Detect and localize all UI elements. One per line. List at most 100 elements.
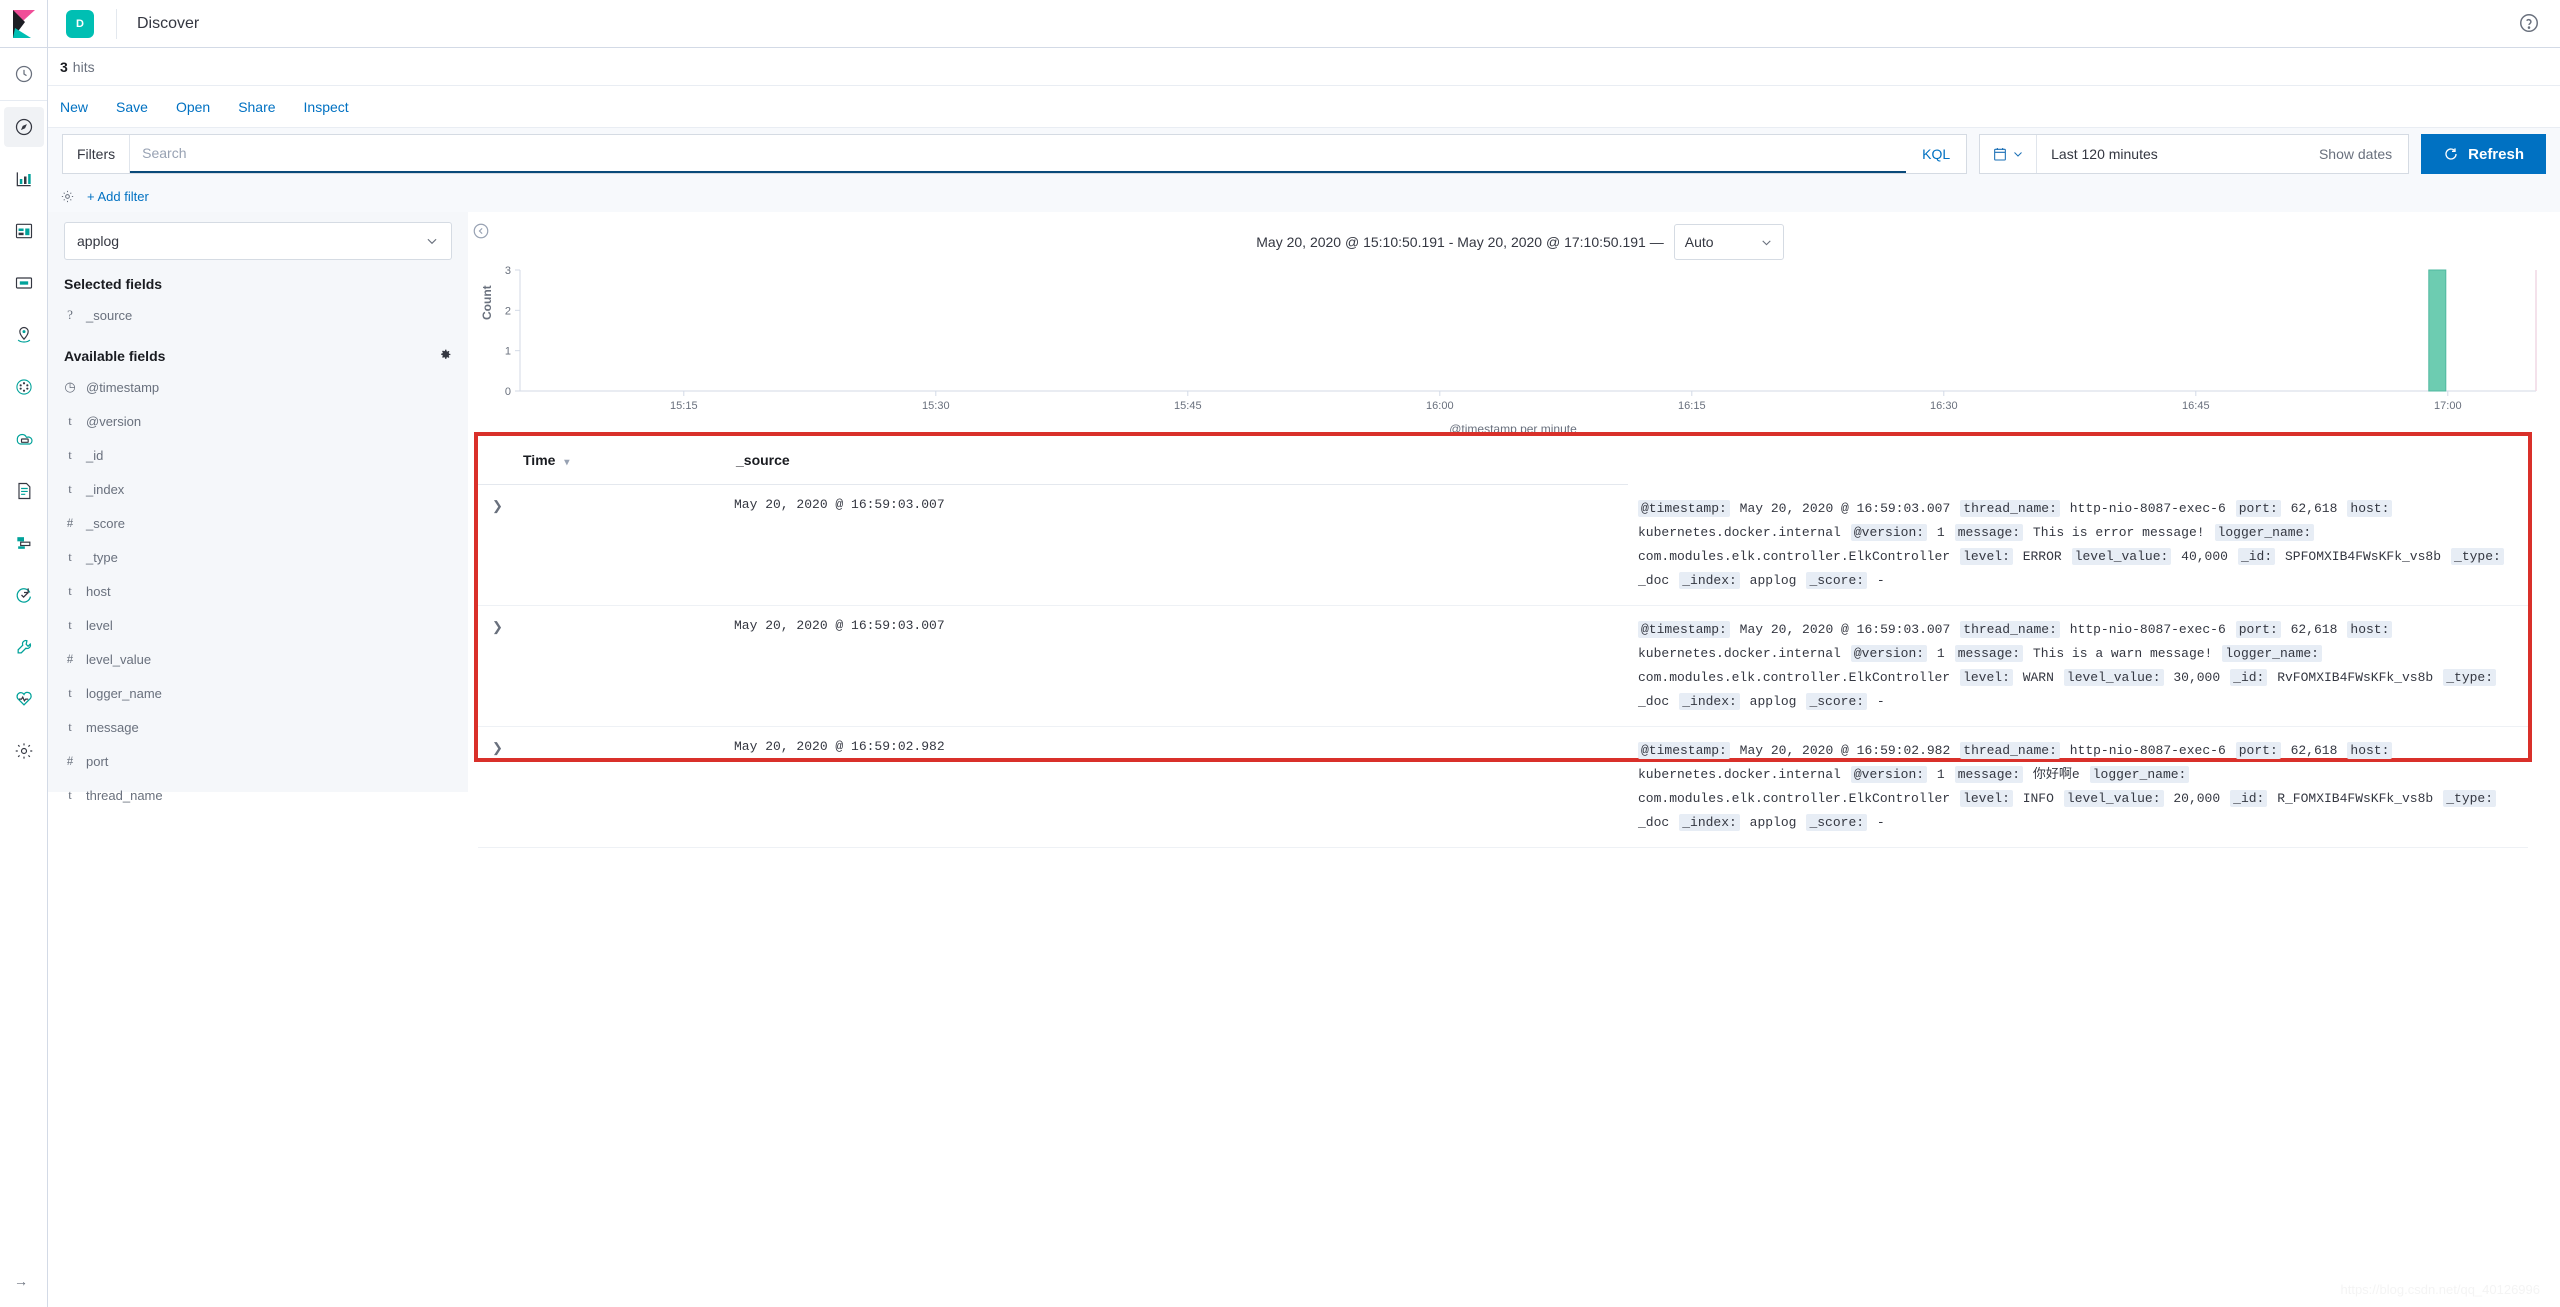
hits-label: hits	[72, 58, 95, 75]
field-settings-gear-icon[interactable]	[439, 348, 452, 364]
rail-item-infrastructure[interactable]	[4, 419, 44, 459]
rail-item-uptime[interactable]	[4, 575, 44, 615]
menu-item-inspect[interactable]: Inspect	[304, 99, 349, 115]
source-field-key: level_value:	[2063, 668, 2164, 686]
source-field-value: INFO	[2022, 790, 2054, 806]
column-header-time[interactable]: Time ▾	[478, 436, 728, 485]
date-range-label[interactable]: Last 120 minutes	[2037, 146, 2303, 162]
table-row[interactable]: ❯ May 20, 2020 @ 16:59:03.007 @timestamp: …	[478, 605, 2528, 727]
rail-item-apm[interactable]	[4, 523, 44, 563]
rail-item-logs[interactable]	[4, 471, 44, 511]
chart-collapse-icon[interactable]	[472, 222, 490, 240]
gear-icon[interactable]	[60, 189, 75, 204]
table-row[interactable]: ❯ May 20, 2020 @ 16:59:02.982 @timestamp: …	[478, 726, 2528, 848]
search-input[interactable]	[130, 135, 1907, 173]
field-name-label: _type	[86, 549, 118, 565]
field-type-icon: t	[68, 583, 72, 598]
query-language-button[interactable]: KQL	[1906, 135, 1967, 173]
rail-item-discover[interactable]	[3, 107, 44, 147]
field-name-label: _id	[86, 447, 104, 463]
field-item-host[interactable]: t host	[64, 574, 452, 608]
show-dates-button[interactable]: Show dates	[2303, 146, 2408, 162]
expand-row-button[interactable]: ❯	[478, 484, 728, 606]
refresh-button[interactable]: Refresh	[2421, 134, 2546, 174]
field-type-icon: t	[68, 617, 72, 632]
svg-text:16:30: 16:30	[1930, 400, 1958, 412]
filters-button[interactable]: Filters	[63, 135, 131, 173]
field-name-label: thread_name	[86, 787, 163, 803]
field-item-timestamp[interactable]: ◷ @timestamp	[64, 370, 452, 404]
source-field-value: This is error message!	[2032, 524, 2205, 540]
expand-row-button[interactable]: ❯	[478, 726, 728, 848]
source-field-value: 30,000	[2173, 669, 2221, 685]
rail-item-maps[interactable]	[4, 315, 44, 355]
field-item-port[interactable]: # port	[64, 744, 452, 778]
available-fields-label: Available fields	[64, 348, 166, 364]
table-header-row: Time ▾ _source	[478, 436, 2528, 485]
menu-item-save[interactable]: Save	[116, 99, 148, 115]
chevron-right-icon[interactable]: ❯	[492, 498, 503, 513]
interval-select[interactable]: Auto	[1673, 224, 1784, 260]
chevron-right-icon[interactable]: ❯	[492, 740, 503, 755]
field-item-levelvalue[interactable]: # level_value	[64, 642, 452, 676]
rail-item-dev-tools[interactable]	[4, 627, 44, 667]
svg-text:16:45: 16:45	[2182, 400, 2210, 412]
menu-item-new[interactable]: New	[60, 99, 88, 115]
cell-time: May 20, 2020 @ 16:59:03.007	[728, 605, 1628, 727]
field-item-id[interactable]: t _id	[64, 438, 452, 472]
source-field-value: 你好啊e	[2032, 766, 2080, 782]
index-pattern-select[interactable]: applog	[64, 222, 452, 260]
source-field-value: 1	[1936, 766, 1945, 782]
rail-item-monitoring[interactable]	[4, 679, 44, 719]
cell-time: May 20, 2020 @ 16:59:02.982	[728, 726, 1628, 848]
documents-table: Time ▾ _source ❯ May 20, 2020 @ 16:59:03.…	[478, 436, 2528, 848]
chevron-right-icon[interactable]: ❯	[492, 619, 503, 634]
source-field-value: _doc	[1638, 572, 1670, 588]
table-row[interactable]: ❯ May 20, 2020 @ 16:59:03.007 @timestamp: …	[478, 484, 2528, 606]
field-item-version[interactable]: t @version	[64, 404, 452, 438]
sort-caret-icon[interactable]: ▾	[564, 457, 569, 468]
field-item-source[interactable]: ? _source	[64, 298, 452, 332]
field-item-type[interactable]: t _type	[64, 540, 452, 574]
menu-item-share[interactable]: Share	[238, 99, 275, 115]
available-fields-title: Available fields	[64, 348, 452, 364]
top-header-bar: D Discover	[0, 0, 2560, 48]
kibana-logo-icon[interactable]	[0, 0, 48, 47]
add-filter-button[interactable]: + Add filter	[87, 189, 149, 204]
rail-expand-icon[interactable]: →	[14, 1273, 28, 1289]
source-field-key: thread_name:	[1960, 620, 2060, 638]
rail-item-canvas[interactable]	[4, 263, 44, 303]
help-circle-icon[interactable]	[2518, 12, 2542, 36]
rail-item-recently-viewed[interactable]	[4, 54, 44, 94]
source-field-key: level_value:	[2071, 547, 2172, 565]
cell-source: @timestamp: May 20, 2020 @ 16:59:03.007 t…	[1628, 605, 2528, 727]
histogram-chart[interactable]: Count 0 1 2 3 15:15 15:30 15:45 16:00 16:15 16:30…	[478, 262, 2548, 437]
source-field-key: level:	[1960, 789, 2013, 807]
source-field-value: -	[1876, 693, 1885, 709]
field-item-level[interactable]: t level	[64, 608, 452, 642]
kibana-discover-app: D Discover → 3 hits New Save Open Share …	[0, 0, 2560, 1307]
field-name-label: level	[86, 617, 113, 633]
calendar-icon[interactable]	[1980, 135, 2038, 173]
field-item-threadname[interactable]: t thread_name	[64, 778, 452, 812]
field-item-score[interactable]: # _score	[64, 506, 452, 540]
rail-item-machine-learning[interactable]	[4, 367, 44, 407]
rail-item-dashboard[interactable]	[4, 211, 44, 251]
menu-item-open[interactable]: Open	[176, 99, 210, 115]
rail-item-management[interactable]	[4, 731, 44, 771]
source-field-value: R_FOMXIB4FWsKFk_vs8b	[2277, 790, 2434, 806]
source-field-value: applog	[1749, 572, 1797, 588]
field-item-loggername[interactable]: t logger_name	[64, 676, 452, 710]
search-bar-group: Filters KQL	[62, 134, 1968, 174]
histogram-svg[interactable]: 0 1 2 3 15:15 15:30 15:45 16:00 16:15 16:30 16:45 1…	[478, 262, 2548, 417]
selected-fields-title: Selected fields	[64, 276, 452, 292]
field-name-label: _index	[86, 481, 125, 497]
source-field-key: host:	[2347, 741, 2393, 759]
source-field-value: -	[1876, 572, 1885, 588]
date-picker[interactable]: Last 120 minutes Show dates	[1979, 134, 2410, 174]
field-item-message[interactable]: t message	[64, 710, 452, 744]
rail-item-visualize[interactable]	[4, 159, 44, 199]
field-item-index[interactable]: t _index	[64, 472, 452, 506]
source-field-key: _id:	[2230, 668, 2268, 686]
expand-row-button[interactable]: ❯	[478, 605, 728, 727]
